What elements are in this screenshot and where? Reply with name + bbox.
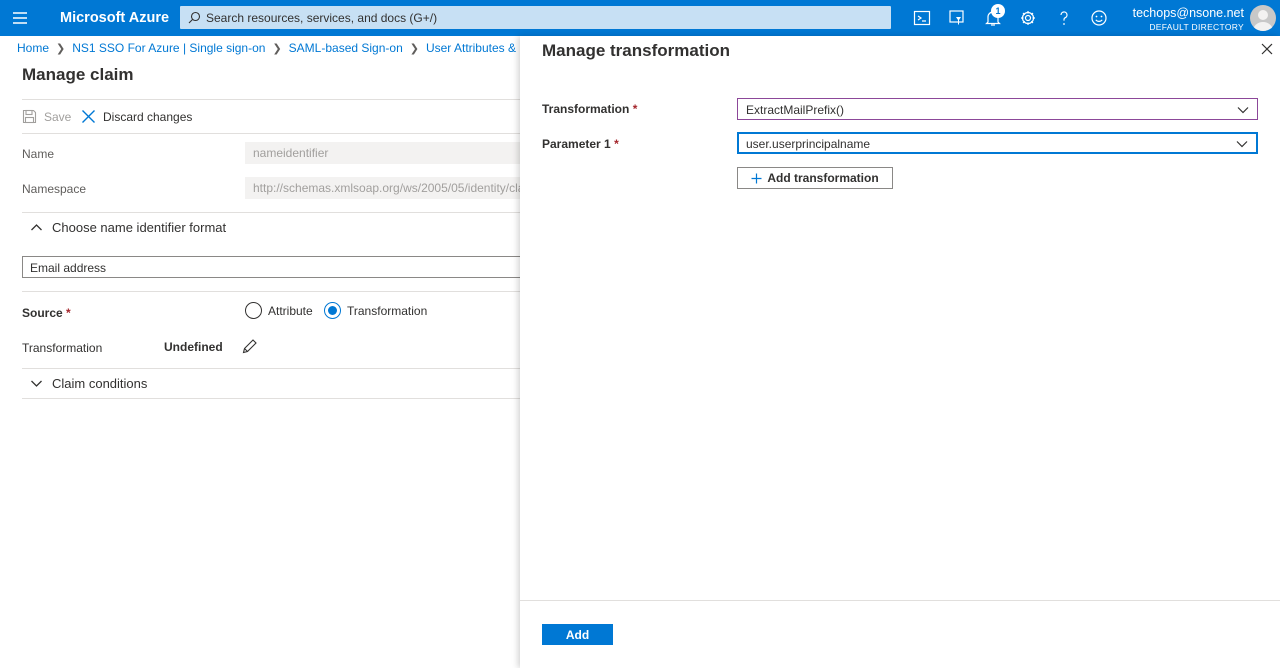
- add-transformation-label: Add transformation: [767, 171, 879, 185]
- claim-conditions-section[interactable]: Claim conditions: [30, 376, 147, 391]
- radio-label: Attribute: [268, 303, 313, 318]
- page-title: Manage claim: [22, 65, 134, 84]
- notification-count-badge: 1: [991, 4, 1005, 18]
- divider: [22, 99, 520, 100]
- save-icon: [22, 109, 37, 124]
- divider: [22, 291, 520, 292]
- name-field: nameidentifier: [245, 142, 520, 164]
- chevron-up-icon: [30, 221, 43, 234]
- close-icon[interactable]: [1261, 43, 1273, 55]
- directory-filter-icon[interactable]: [947, 8, 967, 28]
- chevron-right-icon: ❯: [272, 42, 282, 55]
- breadcrumb-home[interactable]: Home: [17, 41, 49, 55]
- parameter-1-dropdown[interactable]: user.userprincipalname: [737, 132, 1258, 154]
- radio-checked-icon: [324, 302, 341, 319]
- account-directory[interactable]: DEFAULT DIRECTORY: [1149, 22, 1244, 32]
- divider: [22, 398, 520, 399]
- feedback-icon[interactable]: [1089, 8, 1109, 28]
- required-marker: *: [632, 102, 638, 116]
- label-text: Parameter 1: [542, 137, 611, 151]
- source-label-text: Source: [22, 306, 63, 320]
- namespace-label: Namespace: [22, 182, 87, 196]
- transformation-dropdown[interactable]: ExtractMailPrefix(): [737, 98, 1258, 120]
- save-label: Save: [44, 109, 72, 124]
- source-attribute-radio[interactable]: Attribute: [245, 302, 313, 319]
- radio-label: Transformation: [347, 303, 428, 318]
- breadcrumb-app-sso[interactable]: NS1 SSO For Azure | Single sign-on: [72, 41, 265, 55]
- source-transformation-radio[interactable]: Transformation: [324, 302, 427, 319]
- required-marker: *: [614, 137, 619, 151]
- transformation-value: Undefined: [164, 340, 223, 354]
- breadcrumb-saml[interactable]: SAML-based Sign-on: [289, 41, 403, 55]
- avatar[interactable]: [1250, 5, 1276, 31]
- chevron-right-icon: ❯: [56, 42, 66, 55]
- global-search[interactable]: [180, 6, 891, 29]
- discard-label: Discard changes: [103, 109, 193, 124]
- divider: [520, 600, 1280, 601]
- plus-icon: [751, 173, 762, 184]
- settings-icon[interactable]: [1018, 8, 1038, 28]
- transformation-label: Transformation: [22, 341, 103, 355]
- menu-icon[interactable]: [11, 9, 29, 27]
- source-label: Source *: [22, 306, 71, 320]
- discard-changes-button[interactable]: Discard changes: [81, 109, 192, 124]
- transformation-field-label: Transformation *: [542, 102, 637, 116]
- manage-transformation-panel: Manage transformation Transformation * E…: [520, 36, 1280, 668]
- account-email[interactable]: techops@nsone.net: [1133, 6, 1244, 20]
- chevron-down-icon: [1237, 104, 1249, 116]
- divider: [22, 212, 520, 213]
- breadcrumb: Home ❯ NS1 SSO For Azure | Single sign-o…: [17, 41, 556, 55]
- divider: [22, 368, 520, 369]
- close-icon: [81, 109, 96, 124]
- name-label: Name: [22, 147, 55, 161]
- save-button[interactable]: Save: [22, 109, 71, 124]
- divider: [22, 133, 520, 134]
- name-identifier-format-select[interactable]: Email address: [22, 256, 542, 278]
- parameter-1-label: Parameter 1 *: [542, 137, 619, 151]
- top-navigation-bar: Microsoft Azure 1 techops@nsone.net DEFA…: [0, 0, 1280, 36]
- section-title: Claim conditions: [52, 376, 148, 391]
- brand-name[interactable]: Microsoft Azure: [60, 10, 169, 26]
- radio-unchecked-icon: [245, 302, 262, 319]
- edit-pencil-icon[interactable]: [241, 338, 258, 355]
- chevron-down-icon: [30, 377, 43, 390]
- help-icon[interactable]: [1054, 8, 1074, 28]
- name-identifier-format-section[interactable]: Choose name identifier format: [30, 220, 226, 235]
- dropdown-value: ExtractMailPrefix(): [746, 103, 845, 117]
- label-text: Transformation: [542, 102, 630, 116]
- chevron-right-icon: ❯: [409, 42, 419, 55]
- section-title: Choose name identifier format: [52, 220, 227, 235]
- panel-title: Manage transformation: [542, 41, 730, 60]
- cloud-shell-icon[interactable]: [912, 8, 932, 28]
- search-input[interactable]: [206, 6, 876, 29]
- dropdown-value: user.userprincipalname: [746, 137, 871, 151]
- add-button[interactable]: Add: [542, 624, 613, 645]
- required-marker: *: [66, 306, 71, 320]
- chevron-down-icon: [1236, 138, 1248, 150]
- add-transformation-button[interactable]: Add transformation: [737, 167, 893, 189]
- search-icon: [188, 11, 201, 24]
- namespace-field: http://schemas.xmlsoap.org/ws/2005/05/id…: [245, 177, 520, 199]
